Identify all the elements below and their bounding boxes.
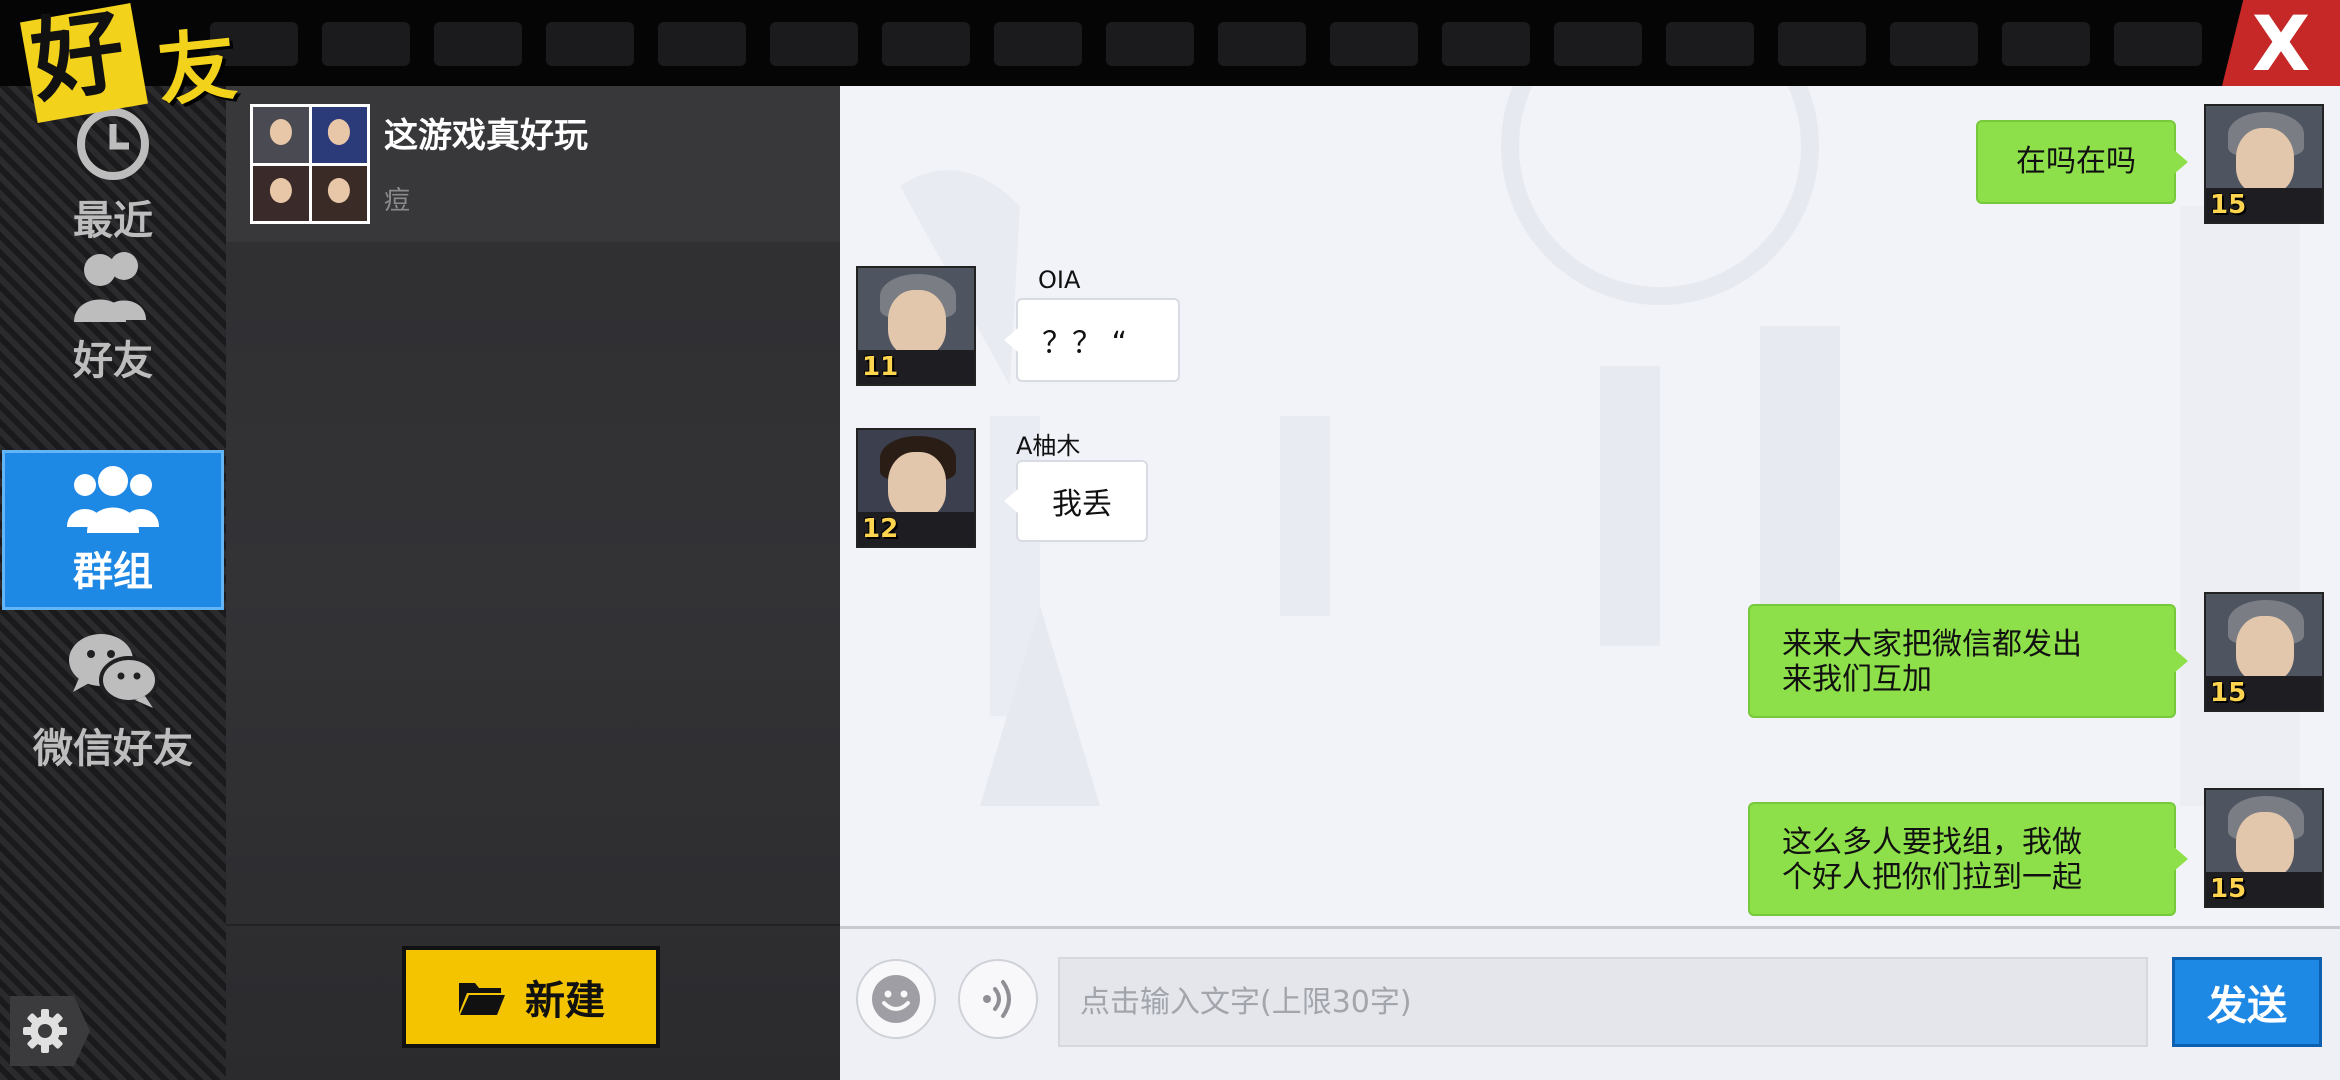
- send-button-label: 发送: [2207, 983, 2287, 1029]
- film-hole: [2002, 22, 2090, 66]
- group-list-panel: 这游戏真好玩 痘 新建: [226, 86, 840, 1080]
- message-bubble: 来来大家把微信都发出 来我们互加: [1748, 604, 2188, 718]
- film-hole: [1778, 22, 1866, 66]
- avatar: [311, 165, 367, 221]
- message-text: 这么多人要找组，我做: [1782, 825, 2082, 860]
- film-hole: [1218, 22, 1306, 66]
- film-hole: [2114, 22, 2202, 66]
- level-badge: 15: [2210, 190, 2247, 220]
- group-name: 这游戏真好玩: [384, 116, 588, 156]
- film-hole: [322, 22, 410, 66]
- message-bubble: 在吗在吗: [1976, 120, 2188, 204]
- send-button[interactable]: 发送: [2172, 957, 2322, 1047]
- group-avatar: [250, 104, 370, 224]
- friends-icon: [74, 252, 146, 322]
- message-text: ？？ “: [1042, 326, 1128, 361]
- title-char-1: 好: [24, 0, 132, 116]
- sidebar-item-recent[interactable]: 最近: [0, 96, 226, 256]
- film-hole: [1442, 22, 1530, 66]
- voice-button[interactable]: [958, 959, 1038, 1039]
- list-item[interactable]: 这游戏真好玩 痘: [226, 86, 840, 242]
- chat-area: 15 在吗在吗 11 OIA ？？ “ 12 A柚木 我丢 15 来来大家把微信…: [840, 86, 2340, 926]
- message-text: 我丢: [1052, 487, 1112, 522]
- level-badge: 11: [862, 352, 899, 382]
- film-hole: [1106, 22, 1194, 66]
- film-hole: [770, 22, 858, 66]
- voice-icon: [983, 980, 1011, 1018]
- group-icon: [67, 466, 159, 533]
- film-hole: [882, 22, 970, 66]
- film-hole: [546, 22, 634, 66]
- message-text: 来来大家把微信都发出: [1782, 627, 2082, 662]
- emoji-button[interactable]: [856, 959, 936, 1039]
- message-input[interactable]: [1058, 957, 2148, 1047]
- avatar: [311, 107, 367, 163]
- film-hole: [1890, 22, 1978, 66]
- sidebar-item-friends[interactable]: 好友: [0, 236, 226, 396]
- message-bubble: ？？ “: [1004, 298, 1180, 382]
- film-hole: [658, 22, 746, 66]
- avatar[interactable]: 15: [2204, 788, 2324, 908]
- avatar[interactable]: 11: [856, 266, 976, 386]
- avatar[interactable]: 12: [856, 428, 976, 548]
- message-bubble: 我丢: [1004, 460, 1148, 542]
- message-bubble: 这么多人要找组，我做 个好人把你们拉到一起: [1748, 802, 2188, 916]
- message-text: 个好人把你们拉到一起: [1782, 859, 2082, 895]
- film-hole: [1330, 22, 1418, 66]
- avatar: [253, 107, 309, 163]
- title-char-2: 友: [153, 19, 241, 118]
- avatar[interactable]: 15: [2204, 104, 2324, 224]
- film-hole: [434, 22, 522, 66]
- sender-name: OIA: [1038, 266, 1081, 294]
- divider: [226, 924, 840, 926]
- gear-icon: [23, 1009, 67, 1053]
- level-badge: 12: [862, 514, 899, 544]
- sidebar-item-wechat-friends[interactable]: 微信好友: [0, 622, 226, 782]
- level-badge: 15: [2210, 678, 2247, 708]
- sidebar-item-label: 好友: [73, 338, 153, 384]
- sidebar: 最近 好友 群组 微信好友: [0, 86, 226, 1080]
- avatar[interactable]: 15: [2204, 592, 2324, 712]
- avatar: [253, 165, 309, 221]
- sender-name: A柚木: [1016, 432, 1081, 460]
- message-text: 在吗在吗: [2016, 143, 2136, 179]
- new-group-button[interactable]: 新建: [402, 946, 660, 1048]
- film-hole: [1666, 22, 1754, 66]
- level-badge: 15: [2210, 874, 2247, 904]
- close-icon: X: [2251, 0, 2311, 88]
- message-text: 来我们互加: [1782, 661, 1932, 697]
- wechat-icon: [69, 634, 159, 708]
- group-last-message: 痘: [384, 186, 411, 216]
- sidebar-item-label: 群组: [73, 549, 153, 595]
- folder-icon: [459, 983, 505, 1015]
- film-hole: [1554, 22, 1642, 66]
- chat-input-bar: 发送: [840, 926, 2340, 1080]
- page-title: 好 友: [18, 0, 258, 123]
- new-button-label: 新建: [525, 978, 605, 1024]
- settings-button[interactable]: [10, 996, 90, 1066]
- top-film-strip: [0, 0, 2340, 86]
- sidebar-item-groups[interactable]: 群组: [2, 450, 224, 610]
- film-hole: [994, 22, 1082, 66]
- smiley-icon: [872, 975, 920, 1023]
- sidebar-item-label: 微信好友: [33, 726, 193, 772]
